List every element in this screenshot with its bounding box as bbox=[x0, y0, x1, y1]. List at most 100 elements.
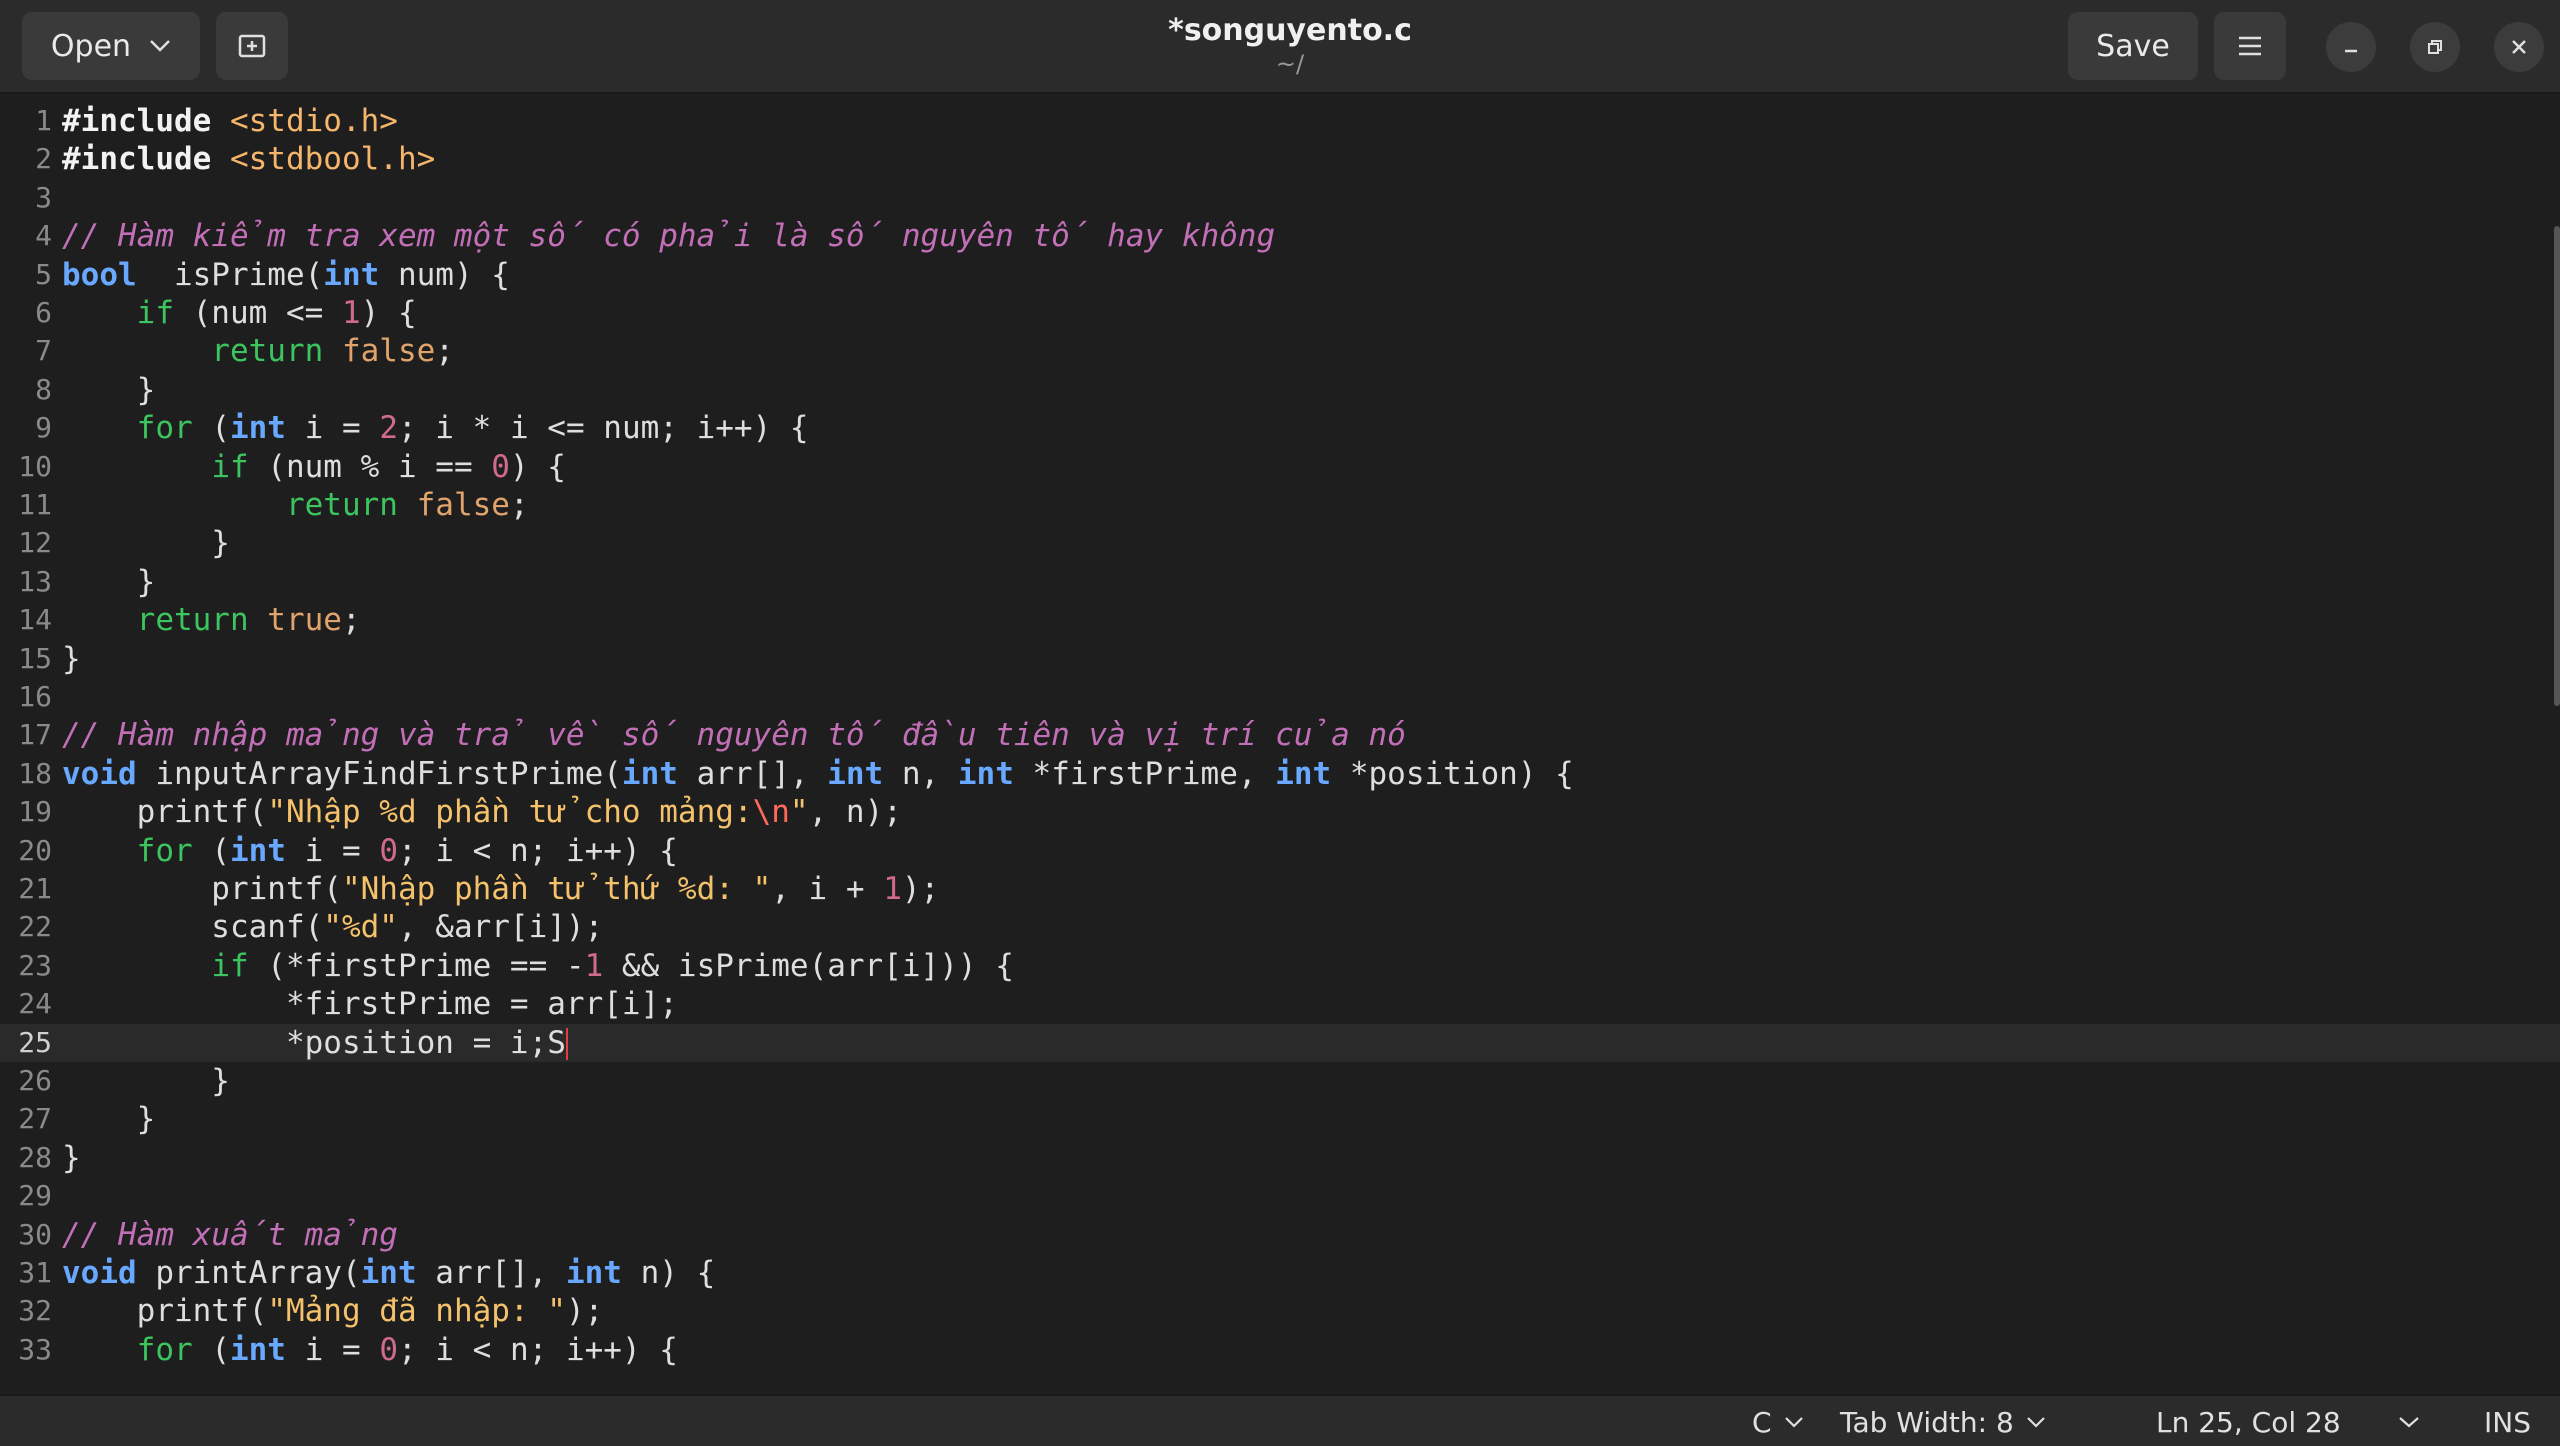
code-token: i = bbox=[285, 1331, 380, 1368]
code-token: int bbox=[229, 410, 286, 447]
file-path: ~/ bbox=[1275, 50, 1305, 78]
code-text: scanf("%d", &arr[i]); bbox=[62, 908, 603, 946]
open-button-label: Open bbox=[50, 28, 132, 64]
tab-width-selector[interactable]: Tab Width: 8 bbox=[1840, 1404, 2046, 1440]
code-text: } bbox=[62, 1062, 230, 1100]
main-menu-button[interactable] bbox=[2214, 12, 2286, 80]
code-line[interactable]: 19 printf("Nhập %d phần tử cho mảng:\n",… bbox=[0, 793, 2560, 831]
code-text: // Hàm nhập mảng và trả về số nguyên tố … bbox=[62, 716, 1406, 754]
code-token: void bbox=[62, 755, 137, 792]
code-line[interactable]: 2 #include <stdbool.h> bbox=[0, 140, 2560, 178]
code-token: ; bbox=[341, 602, 361, 639]
language-label: C bbox=[1752, 1405, 1772, 1439]
code-line[interactable]: 1 #include <stdio.h> bbox=[0, 102, 2560, 140]
code-line[interactable]: 16 bbox=[0, 678, 2560, 716]
code-line[interactable]: 26 } bbox=[0, 1062, 2560, 1100]
code-text: printf("Nhập phần tử thứ %d: ", i + 1); bbox=[62, 870, 939, 908]
line-number: 13 bbox=[18, 564, 52, 598]
code-line[interactable]: 15} bbox=[0, 640, 2560, 678]
window-title: *songuyento.c ~/ bbox=[1080, 12, 1500, 78]
code-line[interactable]: 33 for (int i = 0; i < n; i++) { bbox=[0, 1331, 2560, 1369]
code-line[interactable]: 6 if (num <= 1) { bbox=[0, 294, 2560, 332]
code-line[interactable]: 27 } bbox=[0, 1100, 2560, 1138]
cursor-position[interactable]: Ln 25, Col 28 bbox=[2156, 1404, 2341, 1440]
code-editor[interactable]: 1 #include <stdio.h> 2 #include <stdbool.h>… bbox=[0, 96, 2560, 1394]
code-line[interactable]: 8 } bbox=[0, 371, 2560, 409]
code-token: true bbox=[248, 602, 342, 639]
code-token: } bbox=[62, 1139, 81, 1176]
code-token: *firstPrime = arr[i]; bbox=[62, 986, 678, 1023]
code-line[interactable]: 24 *firstPrime = arr[i]; bbox=[0, 985, 2560, 1023]
close-icon bbox=[2512, 40, 2526, 54]
code-token: i = bbox=[285, 410, 380, 447]
save-button[interactable]: Save bbox=[2068, 12, 2198, 80]
code-line[interactable]: 18 void inputArrayFindFirstPrime(int arr[… bbox=[0, 755, 2560, 793]
line-number: 15 bbox=[18, 641, 52, 675]
code-line[interactable]: 5 bool isPrime(int num) { bbox=[0, 256, 2560, 294]
save-button-label: Save bbox=[2096, 28, 2170, 64]
language-selector[interactable]: C bbox=[1752, 1404, 1804, 1440]
line-number: 29 bbox=[18, 1179, 52, 1213]
code-text: #include <stdbool.h> bbox=[62, 140, 435, 178]
code-token: num) { bbox=[379, 256, 510, 293]
code-token: ( bbox=[192, 1331, 230, 1368]
new-tab-icon bbox=[238, 34, 266, 58]
code-line[interactable]: 22 scanf("%d", &arr[i]); bbox=[0, 908, 2560, 946]
code-token: } bbox=[62, 1101, 156, 1138]
code-token: *position = i;S bbox=[62, 1024, 566, 1061]
code-token: return bbox=[211, 333, 324, 370]
code-line[interactable]: 21 printf("Nhập phần tử thứ %d: ", i + 1… bbox=[0, 870, 2560, 908]
code-token: for bbox=[136, 1331, 193, 1368]
code-line[interactable]: 28} bbox=[0, 1139, 2560, 1177]
code-line[interactable]: 17 // Hàm nhập mảng và trả về số nguyên t… bbox=[0, 716, 2560, 754]
insert-mode-label: INS bbox=[2484, 1405, 2531, 1439]
code-line[interactable]: 9 for (int i = 2; i * i <= num; i++) { bbox=[0, 409, 2560, 447]
code-line[interactable]: 3 bbox=[0, 179, 2560, 217]
code-line[interactable]: 12 } bbox=[0, 524, 2560, 562]
code-token: arr[], bbox=[677, 755, 828, 792]
close-button[interactable] bbox=[2494, 22, 2544, 72]
code-token: if bbox=[211, 947, 249, 984]
code-line[interactable]: 4 // Hàm kiểm tra xem một số có phải là s… bbox=[0, 217, 2560, 255]
code-line[interactable]: 25 *position = i;S bbox=[0, 1023, 2560, 1062]
code-line[interactable]: 14 return true; bbox=[0, 601, 2560, 639]
line-number: 3 bbox=[35, 180, 52, 214]
code-text: } bbox=[62, 1100, 156, 1138]
code-line[interactable]: 7 return false; bbox=[0, 332, 2560, 370]
code-line[interactable]: 13 } bbox=[0, 563, 2560, 601]
open-button[interactable]: Open bbox=[22, 12, 200, 80]
code-line[interactable]: 11 return false; bbox=[0, 486, 2560, 524]
code-line[interactable]: 10 if (num % i == 0) { bbox=[0, 448, 2560, 486]
code-token: ); bbox=[565, 1293, 604, 1330]
code-token: "Nhập %d phần tử cho mảng: bbox=[267, 794, 753, 831]
line-number: 25 bbox=[18, 1025, 52, 1059]
code-token: int bbox=[827, 755, 884, 792]
line-number: 23 bbox=[18, 948, 52, 982]
code-token: "Nhập phần tử thứ %d: " bbox=[341, 871, 772, 907]
position-menu-button[interactable] bbox=[2398, 1404, 2420, 1440]
code-text: *position = i;S bbox=[62, 1024, 568, 1062]
code-line[interactable]: 30 // Hàm xuất mảng bbox=[0, 1216, 2560, 1254]
minimize-button[interactable] bbox=[2326, 22, 2376, 72]
code-text: return true; bbox=[62, 601, 361, 639]
code-line[interactable]: 31 void printArray(int arr[], int n) { bbox=[0, 1254, 2560, 1292]
code-token: ; i * i <= num; i++) { bbox=[397, 410, 809, 447]
code-token: } bbox=[62, 371, 156, 408]
code-token: } bbox=[62, 640, 81, 677]
line-number: 16 bbox=[18, 680, 52, 713]
code-token: ) { bbox=[509, 448, 566, 485]
code-token: int bbox=[1275, 755, 1332, 792]
insert-mode-indicator[interactable]: INS bbox=[2484, 1404, 2531, 1440]
code-token: , i + bbox=[771, 871, 884, 907]
code-line[interactable]: 20 for (int i = 0; i < n; i++) { bbox=[0, 832, 2560, 870]
restore-button[interactable] bbox=[2410, 22, 2460, 72]
code-token: (num % i == bbox=[248, 448, 492, 485]
new-tab-button[interactable] bbox=[216, 12, 288, 80]
code-line[interactable]: 32 printf("Mảng đã nhập: "); bbox=[0, 1292, 2560, 1330]
code-token: int bbox=[621, 755, 678, 792]
code-line[interactable]: 23 if (*firstPrime == -1 && isPrime(arr[… bbox=[0, 947, 2560, 985]
code-token: for bbox=[136, 410, 193, 447]
code-line[interactable]: 29 bbox=[0, 1177, 2560, 1215]
code-token: false bbox=[323, 333, 436, 370]
